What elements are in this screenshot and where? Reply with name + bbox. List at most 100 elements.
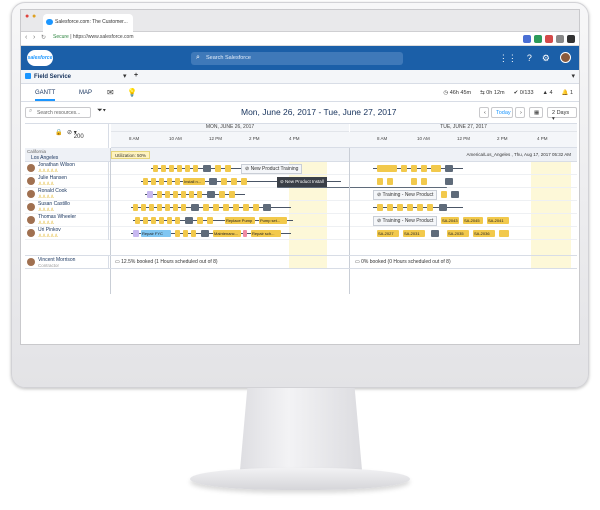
service-appointment[interactable] — [231, 178, 237, 185]
service-appointment[interactable] — [165, 204, 170, 211]
extension-icon[interactable] — [567, 35, 575, 43]
service-appointment[interactable] — [213, 204, 219, 211]
service-appointment[interactable] — [165, 191, 170, 198]
service-appointment[interactable] — [243, 230, 247, 237]
service-appointment[interactable] — [143, 217, 148, 224]
extension-icon[interactable] — [534, 35, 542, 43]
resource-lane[interactable]: Repair FYC Maintenanc... Repair sch... S… — [111, 227, 577, 240]
service-appointment[interactable] — [445, 165, 453, 172]
service-appointment[interactable] — [173, 191, 178, 198]
resource-search-input[interactable]: ⌕ Search resources... — [25, 107, 91, 118]
service-appointment[interactable] — [177, 165, 182, 172]
extension-icon[interactable] — [556, 35, 564, 43]
service-appointment[interactable] — [377, 165, 397, 172]
minimize-window-icon[interactable]: ● — [32, 13, 36, 20]
extension-icon[interactable] — [523, 35, 531, 43]
service-appointment[interactable] — [411, 165, 417, 172]
filter-icon[interactable]: ⏷▾ — [97, 107, 106, 115]
service-appointment[interactable] — [431, 165, 441, 172]
service-appointment[interactable] — [159, 217, 164, 224]
resource-cell[interactable]: Ronald Cook ♙♙♙♙ — [25, 188, 109, 201]
service-appointment[interactable] — [243, 204, 249, 211]
service-appointment[interactable] — [215, 165, 221, 172]
service-appointment[interactable] — [427, 204, 433, 211]
service-appointment[interactable] — [157, 191, 162, 198]
lightbulb-icon[interactable]: 💡 — [127, 88, 137, 97]
resource-cell[interactable]: Thomas Wheeler ♙♙♙♙ — [25, 214, 109, 227]
new-tab-icon[interactable]: + — [134, 72, 138, 79]
url-text[interactable]: Secure | https://www.salesforce.com — [53, 34, 134, 40]
service-appointment[interactable] — [263, 204, 271, 211]
zoom-select[interactable]: ⊘ 200 ▾ — [67, 129, 84, 140]
service-appointment[interactable]: SA-2027 — [377, 230, 399, 237]
service-appointment[interactable] — [189, 191, 194, 198]
service-appointment[interactable] — [181, 191, 186, 198]
service-appointment[interactable] — [175, 178, 180, 185]
previous-icon[interactable]: ‹ — [479, 107, 489, 118]
service-appointment[interactable] — [209, 178, 217, 185]
resource-cell[interactable]: Vincent Morrison Contractor — [25, 256, 109, 269]
salesforce-logo[interactable]: salesforce — [27, 50, 53, 66]
chevron-down-icon[interactable]: ▾ — [571, 72, 575, 80]
app-launcher-icon[interactable]: ⋮⋮ — [499, 53, 517, 63]
service-appointment[interactable] — [421, 165, 427, 172]
service-appointment[interactable] — [207, 191, 215, 198]
service-appointment[interactable] — [201, 230, 209, 237]
lock-icon[interactable]: 🔒 — [55, 129, 62, 136]
service-appointment[interactable] — [161, 165, 166, 172]
resource-cell[interactable]: Julie Hansen ♙♙♙♙ — [25, 175, 109, 188]
service-appointment[interactable] — [499, 230, 509, 237]
user-avatar[interactable] — [560, 52, 571, 63]
resource-cell[interactable]: Uri Pinkov ♙♙♙♙♙ — [25, 227, 109, 240]
reload-icon[interactable]: ↻ — [41, 34, 46, 41]
service-appointment[interactable]: SA-2043 — [441, 217, 459, 224]
service-appointment[interactable] — [167, 178, 172, 185]
service-appointment[interactable] — [135, 217, 140, 224]
close-window-icon[interactable]: ● — [25, 13, 29, 20]
resource-cell[interactable]: Jonathan Wilson ♙♙♙♙♙ — [25, 162, 109, 175]
service-appointment[interactable] — [397, 204, 403, 211]
service-appointment[interactable] — [203, 204, 209, 211]
service-appointment[interactable] — [401, 165, 407, 172]
training-appointment[interactable]: ⊘ New Product Training — [241, 164, 303, 174]
training-appointment[interactable]: ⊘ Training - New Product — [373, 190, 438, 200]
training-appointment[interactable]: ⊘ Training - New Product — [373, 216, 438, 226]
service-appointment[interactable] — [221, 178, 227, 185]
service-appointment[interactable] — [207, 217, 213, 224]
service-appointment[interactable] — [191, 230, 196, 237]
setup-gear-icon[interactable]: ⚙ — [542, 53, 550, 63]
service-appointment[interactable] — [229, 191, 235, 198]
today-button[interactable]: Today — [491, 107, 513, 118]
service-appointment[interactable] — [169, 165, 174, 172]
help-icon[interactable]: ? — [527, 53, 532, 63]
service-appointment[interactable]: Maintenanc... — [213, 230, 241, 237]
service-appointment[interactable] — [133, 230, 139, 237]
mail-icon[interactable]: ✉ — [107, 88, 114, 97]
service-appointment[interactable] — [253, 204, 259, 211]
service-appointment[interactable] — [147, 191, 153, 198]
extension-icon[interactable] — [545, 35, 553, 43]
resource-lane[interactable]: Install n... ⊘ New Product Install — [111, 175, 577, 188]
service-appointment[interactable] — [157, 204, 162, 211]
service-appointment[interactable] — [149, 204, 154, 211]
service-appointment[interactable] — [451, 191, 459, 198]
service-appointment[interactable] — [223, 204, 229, 211]
service-appointment[interactable] — [411, 178, 417, 185]
service-appointment[interactable]: SA-2035 — [447, 230, 469, 237]
service-appointment[interactable] — [219, 191, 225, 198]
service-appointment[interactable] — [225, 165, 231, 172]
global-search-input[interactable]: ⌕ Search Salesforce — [191, 52, 403, 65]
address-bar[interactable]: ‹ › ↻ Secure | https://www.salesforce.co… — [21, 32, 579, 46]
service-appointment[interactable] — [133, 204, 138, 211]
service-appointment[interactable]: SA-2041 — [487, 217, 509, 224]
resource-lane[interactable]: Replace Pump Pump set... ⊘ Training - Ne… — [111, 214, 577, 227]
service-appointment[interactable]: Replace Pump — [225, 217, 255, 224]
service-appointment[interactable] — [183, 230, 188, 237]
next-icon[interactable]: › — [515, 107, 525, 118]
service-appointment[interactable]: Repair FYC — [141, 230, 171, 237]
service-appointment[interactable] — [191, 204, 199, 211]
service-appointment[interactable] — [175, 230, 180, 237]
service-appointment[interactable] — [151, 178, 156, 185]
territory-row[interactable]: California Los Angeles Utilization: 50% … — [25, 148, 577, 162]
service-appointment[interactable] — [387, 178, 393, 185]
